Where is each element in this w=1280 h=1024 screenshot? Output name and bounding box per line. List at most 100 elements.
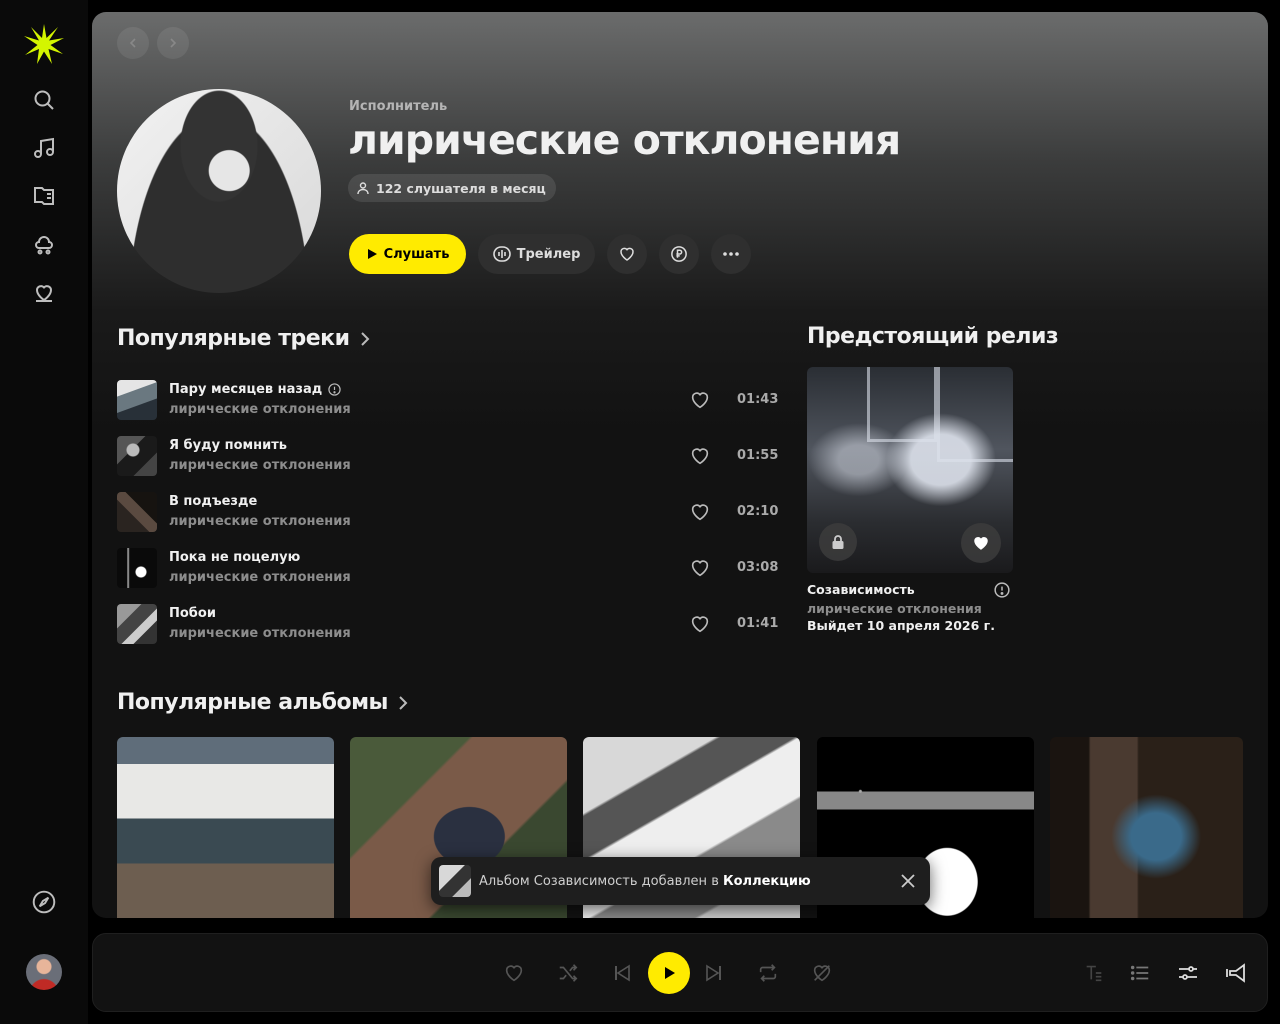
equalizer-icon[interactable] xyxy=(1175,960,1201,986)
track-title: В подъезде xyxy=(169,494,258,509)
heart-icon[interactable] xyxy=(689,557,711,579)
album-card[interactable] xyxy=(1050,737,1243,918)
dislike-icon[interactable] xyxy=(809,960,835,986)
track-duration: 01:43 xyxy=(737,392,779,407)
track-cover xyxy=(117,380,157,420)
popular-tracks-title: Популярные треки xyxy=(117,326,350,351)
track-artist[interactable]: лирические отклонения xyxy=(169,570,351,585)
chevron-right-icon xyxy=(360,331,369,346)
track-artist[interactable]: лирические отклонения xyxy=(169,626,351,641)
waveform-icon xyxy=(492,246,511,262)
back-button[interactable] xyxy=(117,27,149,59)
heart-collection-icon[interactable] xyxy=(30,278,58,306)
track-title-wrap: Пока не поцелую xyxy=(169,550,300,565)
listen-label: Слушать xyxy=(383,246,450,262)
lock-icon xyxy=(819,523,857,561)
album-card[interactable] xyxy=(117,737,334,918)
track-cover xyxy=(117,548,157,588)
track-row[interactable]: Пару месяцев назад лирические отклонения… xyxy=(117,379,778,421)
release-date: Выйдет 10 апреля 2026 г. xyxy=(807,618,995,633)
listeners-badge: 122 слушателя в месяц xyxy=(348,174,556,202)
lyrics-icon[interactable] xyxy=(1081,960,1107,986)
track-row[interactable]: Пока не поцелую лирические отклонения 03… xyxy=(117,547,778,589)
play-icon xyxy=(367,249,377,259)
artist-page: Исполнитель лирические отклонения 122 сл… xyxy=(92,12,1268,918)
search-icon[interactable] xyxy=(30,86,58,114)
sun-logo-icon[interactable] xyxy=(22,22,66,66)
chevron-right-icon xyxy=(399,695,408,710)
track-title-wrap: Побои xyxy=(169,606,216,621)
compass-icon[interactable] xyxy=(30,888,58,916)
window-shape xyxy=(867,367,937,442)
collection-link[interactable]: Коллекцию xyxy=(723,874,811,889)
forward-button[interactable] xyxy=(157,27,189,59)
upcoming-release-cover[interactable] xyxy=(807,367,1013,573)
upcoming-release-title: Предстоящий релиз xyxy=(807,324,1059,349)
track-row[interactable]: В подъезде лирические отклонения 02:10 xyxy=(117,491,778,533)
popular-albums-title: Популярные альбомы xyxy=(117,690,388,715)
trailer-button[interactable]: Трейлер xyxy=(478,234,595,274)
track-title: Пока не поцелую xyxy=(169,550,301,565)
info-icon[interactable] xyxy=(994,582,1010,598)
track-row[interactable]: Побои лирические отклонения 01:41 xyxy=(117,603,778,645)
track-artist[interactable]: лирические отклонения xyxy=(169,514,351,529)
shuffle-icon[interactable] xyxy=(555,960,581,986)
toast-text: Альбом Созависимость добавлен в xyxy=(479,873,719,889)
heart-icon[interactable] xyxy=(689,501,711,523)
track-title-wrap: Пару месяцев назад xyxy=(169,382,341,397)
toast-message: Альбом Созависимость добавлен в Коллекци… xyxy=(479,874,811,889)
play-button[interactable] xyxy=(648,952,690,994)
track-row[interactable]: Я буду помнить лирические отклонения 01:… xyxy=(117,435,778,477)
sidebar xyxy=(0,0,88,1024)
player-bar xyxy=(92,933,1268,1012)
heart-icon[interactable] xyxy=(689,389,711,411)
close-icon[interactable] xyxy=(898,871,918,891)
track-title: Я буду помнить xyxy=(169,438,287,453)
track-title: Пару месяцев назад xyxy=(169,382,323,397)
heart-filled-icon xyxy=(974,537,988,550)
trailer-label: Трейлер xyxy=(516,246,581,262)
notification-toast: Альбом Созависимость добавлен в Коллекци… xyxy=(431,857,930,905)
music-note-icon[interactable] xyxy=(30,134,58,162)
popular-albums-heading[interactable]: Популярные альбомы xyxy=(117,690,408,715)
info-icon xyxy=(328,383,341,396)
release-artist[interactable]: лирические отклонения xyxy=(807,601,982,616)
more-button[interactable] xyxy=(711,234,751,274)
track-cover xyxy=(117,436,157,476)
previous-icon[interactable] xyxy=(609,960,635,986)
donate-button[interactable] xyxy=(659,234,699,274)
heart-icon[interactable] xyxy=(689,445,711,467)
track-artist[interactable]: лирические отклонения xyxy=(169,402,351,417)
artist-name: лирические отклонения xyxy=(348,116,901,164)
release-title[interactable]: Созависимость xyxy=(807,582,915,597)
heart-icon[interactable] xyxy=(501,960,527,986)
track-duration: 01:41 xyxy=(737,616,779,631)
track-title-wrap: Я буду помнить xyxy=(169,438,287,453)
track-cover xyxy=(117,604,157,644)
repeat-icon[interactable] xyxy=(755,960,781,986)
kids-icon[interactable] xyxy=(30,230,58,258)
track-artist[interactable]: лирические отклонения xyxy=(169,458,351,473)
like-artist-button[interactable] xyxy=(607,234,647,274)
track-cover xyxy=(117,492,157,532)
ruble-icon xyxy=(671,246,687,262)
heart-icon[interactable] xyxy=(689,613,711,635)
track-title-wrap: В подъезде xyxy=(169,494,257,509)
next-icon[interactable] xyxy=(701,960,727,986)
popular-tracks-heading[interactable]: Популярные треки xyxy=(117,326,370,351)
person-icon xyxy=(357,182,369,195)
toast-album-thumb xyxy=(439,865,471,897)
dots-icon xyxy=(723,252,739,256)
artist-photo xyxy=(117,89,321,293)
user-avatar[interactable] xyxy=(26,954,62,990)
like-release-button[interactable] xyxy=(961,523,1001,563)
listeners-count: 122 слушателя в месяц xyxy=(376,180,546,196)
artist-type-label: Исполнитель xyxy=(349,99,448,114)
track-title: Побои xyxy=(169,606,216,621)
listen-button[interactable]: Слушать xyxy=(349,234,466,274)
book-icon[interactable] xyxy=(30,182,58,210)
volume-icon[interactable] xyxy=(1223,960,1249,986)
queue-icon[interactable] xyxy=(1127,960,1153,986)
track-duration: 01:55 xyxy=(737,448,779,463)
play-icon xyxy=(665,967,675,979)
